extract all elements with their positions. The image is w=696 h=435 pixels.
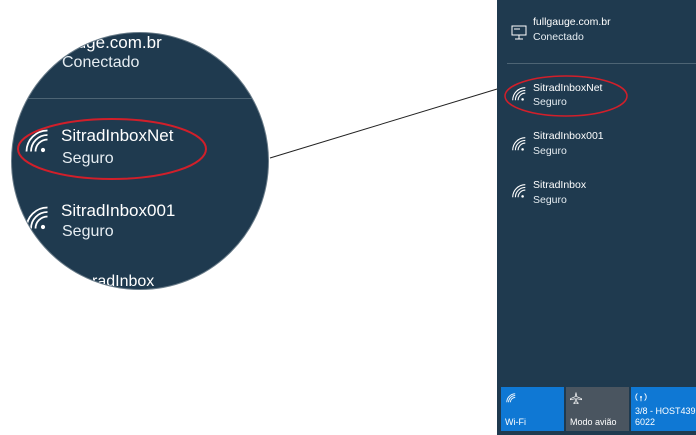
wifi-signal-icon: [506, 393, 516, 403]
zoom-net2-name: SitradInbox001: [61, 201, 176, 220]
hotspot-tile-label-line2: 6022: [635, 417, 656, 427]
zoom-net2-status: Seguro: [62, 223, 114, 240]
wifi-signal-icon: [512, 137, 526, 151]
wired-network-icon: [511, 25, 527, 40]
network-item-sitradinbox[interactable]: SitradInbox Seguro: [497, 170, 696, 216]
wifi-tile-label: Wi-Fi: [505, 417, 526, 427]
airplane-icon: [570, 392, 582, 405]
connected-network-status: Conectado: [533, 31, 584, 43]
network-status: Seguro: [533, 194, 567, 206]
highlight-ring: [504, 75, 628, 117]
zoom-net3-name: radInbox: [92, 273, 155, 290]
connected-network-name: fullgauge.com.br: [533, 16, 611, 28]
zoom-highlight-ring: [17, 118, 207, 180]
zoom-divider: [12, 98, 268, 99]
mobile-hotspot-tile[interactable]: 3/8 - HOST439 6022: [631, 387, 696, 431]
wifi-signal-icon: [512, 184, 526, 198]
network-name: SitradInbox: [533, 179, 587, 191]
hotspot-tile-label-line1: 3/8 - HOST439: [635, 406, 696, 416]
zoom-connected-name: ıuge.com.br: [72, 33, 162, 52]
network-status: Seguro: [533, 145, 567, 157]
network-divider: [507, 63, 696, 64]
airplane-mode-tile[interactable]: Modo avião: [566, 387, 629, 431]
wifi-toggle-tile[interactable]: Wi-Fi: [501, 387, 564, 431]
network-item-sitradinbox001[interactable]: SitradInbox001 Seguro: [497, 122, 696, 168]
network-flyout: fullgauge.com.br Conectado SitradInboxNe…: [497, 0, 696, 435]
wifi-signal-icon: [25, 206, 48, 230]
zoom-magnifier: ıuge.com.br Conectado SitradInboxNet Seg…: [11, 32, 269, 290]
zoom-connected-status: Conectado: [62, 54, 140, 71]
network-name: SitradInbox001: [533, 130, 604, 142]
mobile-hotspot-icon: [635, 393, 647, 402]
airplane-tile-label: Modo avião: [570, 417, 617, 427]
